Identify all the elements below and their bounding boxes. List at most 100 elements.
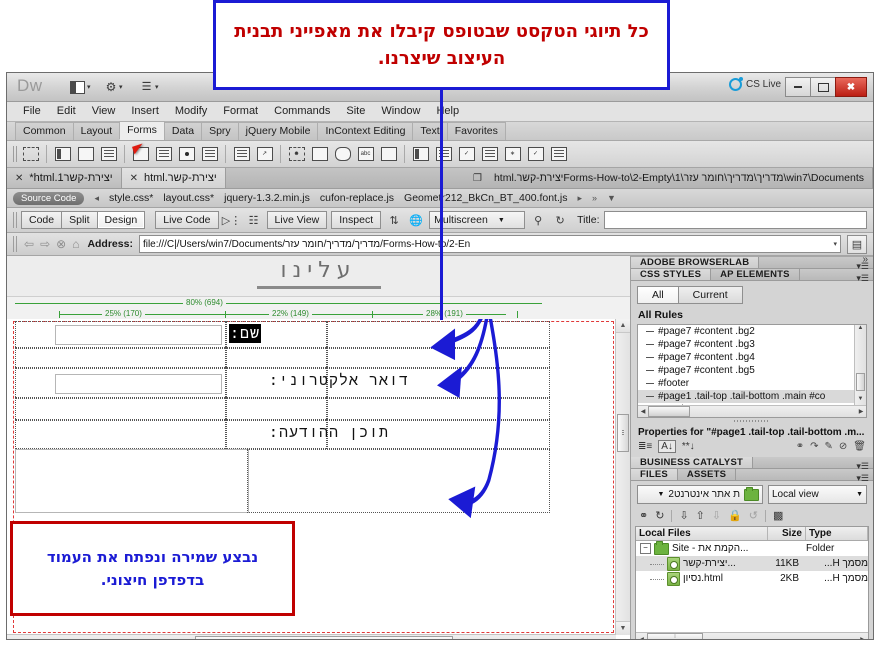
toolbar-grip[interactable] [13,236,18,252]
minimize-button[interactable] [785,77,811,97]
image-field-icon[interactable]: ☻ [286,144,307,164]
show-category-view-icon[interactable]: ≣≡ [638,441,652,452]
file-field-icon[interactable] [309,144,330,164]
attach-style-sheet-icon[interactable]: ⚭ [796,441,804,452]
new-css-rule-icon[interactable]: ↷ [810,441,818,452]
css-scope-all-button[interactable]: All [637,286,679,304]
tab-forms[interactable]: Forms [119,121,165,140]
related-file-layout-css[interactable]: layout.css* [163,192,214,204]
live-view-button[interactable]: Live View [266,211,328,229]
spry-validation-radio-group-icon[interactable] [548,144,569,164]
stop-icon[interactable]: ⊗ [56,237,66,251]
scroll-right-icon[interactable]: ▶ [856,408,866,415]
live-view-options-icon[interactable]: ▷⋮ [222,212,241,229]
menu-item-edit[interactable]: Edit [49,102,84,121]
spry-validation-textarea-icon[interactable] [433,144,454,164]
css-rule-item[interactable]: #page7 #content .bg4 [638,351,866,364]
scrollbar-thumb[interactable] [856,373,865,391]
site-menu-button[interactable]: ☰ ▾ [137,78,162,96]
name-text-field[interactable] [55,325,222,345]
file-management-icon[interactable]: ▤ [847,234,867,254]
toolbar-grip[interactable] [13,146,18,162]
show-list-view-icon[interactable]: A↓ [658,440,676,453]
panel-menu-icon[interactable]: ▾☰ [856,273,869,284]
more-files-icon[interactable]: » [592,193,597,203]
column-header-local-files[interactable]: Local Files [636,527,768,540]
column-header-type[interactable]: Type [806,527,868,540]
tab-jquery-mobile[interactable]: jQuery Mobile [237,122,319,140]
chevron-down-icon[interactable]: ▾ [833,240,837,248]
scroll-right-icon[interactable]: ▸ [577,193,582,204]
tab-incontext-editing[interactable]: InContext Editing [317,122,414,140]
synchronize-icon[interactable]: ↺ [749,509,758,522]
restore-down-icon[interactable]: ❐ [467,173,488,184]
expand-icon[interactable]: ▩ [773,509,783,522]
scroll-left-icon[interactable]: ◀ [636,636,647,640]
scrollbar-thumb[interactable] [648,406,690,417]
maximize-button[interactable] [810,77,836,97]
check-in-icon[interactable]: 🔒 [728,509,742,522]
menu-item-insert[interactable]: Insert [123,102,167,121]
tab-common[interactable]: Common [15,122,74,140]
message-label[interactable]: תוכן ההודעה: [229,423,389,442]
close-icon[interactable]: ✕ [130,173,138,184]
abc-icon[interactable]: abc [355,144,376,164]
form-icon[interactable] [20,144,41,164]
css-rule-item[interactable]: #page7 #content .bg3 [638,338,866,351]
check-out-icon[interactable]: ⇩ [712,509,721,522]
check-browser-icon[interactable]: ⚲ [529,212,547,229]
scroll-left-icon[interactable]: ◀ [638,408,648,415]
spry-validation-checkbox-icon[interactable]: ✓ [456,144,477,164]
text-field-icon[interactable] [52,144,73,164]
inspect-button[interactable]: Inspect [331,211,382,229]
spry-validation-text-field-icon[interactable] [410,144,431,164]
table-row[interactable]: − Site - הקמת את... Folder [636,541,868,556]
live-code-button[interactable]: Live Code [155,211,219,229]
panel-resize-handle[interactable] [631,418,873,424]
show-set-properties-icon[interactable]: **↓ [682,441,695,452]
scrollbar-track[interactable] [20,636,603,639]
table-row[interactable]: יצירת-קשר... 11KB מסמך H... [636,556,868,571]
cs-live-button[interactable]: CS Live [728,77,781,91]
inspect-options-icon[interactable]: ☷ [245,212,263,229]
spry-validation-password-icon[interactable]: ∗ [502,144,523,164]
close-icon[interactable]: ✕ [15,173,23,184]
panel-tab-css-styles[interactable]: CSS STYLES [631,269,712,280]
textarea-icon[interactable] [98,144,119,164]
scroll-up-icon[interactable]: ▲ [616,319,630,333]
code-view-button[interactable]: Code [21,211,63,229]
canvas-vertical-scrollbar[interactable]: ▲ ▼ [615,319,630,635]
tab-favorites[interactable]: Favorites [446,122,506,140]
column-header-size[interactable]: Size [768,527,806,540]
refresh-icon[interactable]: ↻ [655,509,664,522]
hidden-field-icon[interactable] [75,144,96,164]
site-settings-button[interactable]: ⚙ ▾ [102,78,126,96]
canvas-horizontal-scrollbar[interactable]: ◀ ▶ [7,634,616,639]
menu-item-commands[interactable]: Commands [266,102,338,121]
design-view-button[interactable]: Design [96,211,146,229]
local-files-table[interactable]: Local Files Size Type − Site - הקמת את..… [635,526,869,640]
edit-rule-icon[interactable]: ✎ [825,441,833,452]
tab-data[interactable]: Data [163,122,203,140]
css-rule-item[interactable]: #footer [638,377,866,390]
title-input[interactable] [603,211,867,229]
document-tab-1[interactable]: יצירת-קשר1.html* ✕ [7,168,122,188]
menu-item-help[interactable]: Help [428,102,467,121]
menu-item-file[interactable]: File [15,102,49,121]
panel-tab-assets[interactable]: ASSETS [678,469,737,480]
scroll-right-icon[interactable]: ▶ [857,636,868,640]
menu-item-view[interactable]: View [84,102,124,121]
scroll-down-icon[interactable]: ▼ [616,621,630,635]
scrollbar-thumb[interactable]: ⋮ [647,633,703,639]
css-rule-item[interactable]: #page7 #content .bg2 [638,325,866,338]
clipboard-icon[interactable] [378,144,399,164]
scrollbar-thumb[interactable] [194,636,454,639]
address-input[interactable]: file:///C|/Users/win7/Documents/מדריך/מד… [138,235,841,253]
panel-tab-files[interactable]: FILES [631,469,678,480]
list-menu-icon[interactable] [199,144,220,164]
scroll-right-icon[interactable]: ▶ [603,638,616,639]
multiscreen-select[interactable]: Multiscreen ▼ [429,211,526,229]
panel-menu-icon[interactable]: ▾☰ [856,473,869,484]
menu-item-modify[interactable]: Modify [167,102,215,121]
related-file-style-css[interactable]: style.css* [109,192,153,204]
